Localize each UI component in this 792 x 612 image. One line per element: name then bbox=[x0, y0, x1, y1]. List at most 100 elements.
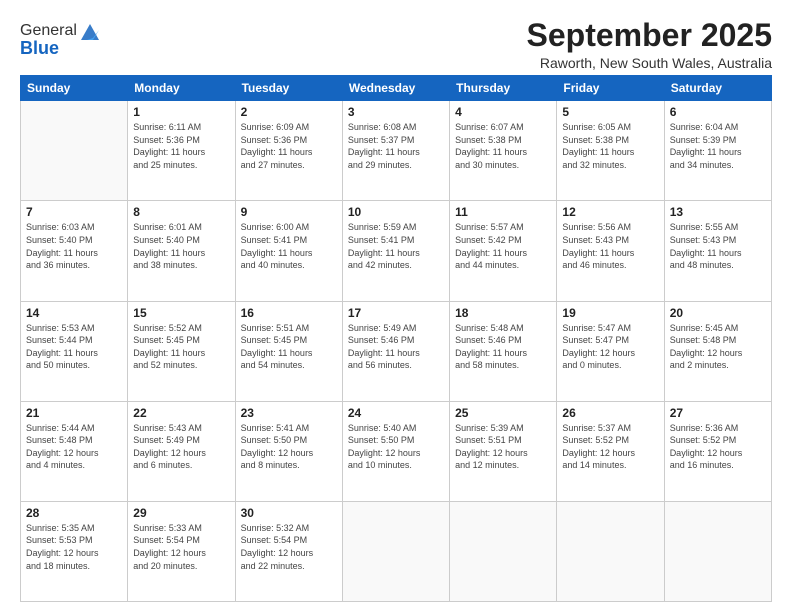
day-info: Sunrise: 5:41 AM Sunset: 5:50 PM Dayligh… bbox=[241, 422, 337, 472]
day-number: 18 bbox=[455, 306, 551, 320]
table-row bbox=[342, 501, 449, 601]
day-info: Sunrise: 5:36 AM Sunset: 5:52 PM Dayligh… bbox=[670, 422, 766, 472]
day-number: 29 bbox=[133, 506, 229, 520]
day-number: 7 bbox=[26, 205, 122, 219]
day-number: 21 bbox=[26, 406, 122, 420]
day-info: Sunrise: 6:04 AM Sunset: 5:39 PM Dayligh… bbox=[670, 121, 766, 171]
day-number: 27 bbox=[670, 406, 766, 420]
page: General Blue September 2025 Raworth, New… bbox=[0, 0, 792, 612]
table-row: 7 Sunrise: 6:03 AM Sunset: 5:40 PM Daylig… bbox=[21, 201, 128, 301]
calendar-table: Sunday Monday Tuesday Wednesday Thursday… bbox=[20, 75, 772, 602]
day-info: Sunrise: 5:43 AM Sunset: 5:49 PM Dayligh… bbox=[133, 422, 229, 472]
day-number: 2 bbox=[241, 105, 337, 119]
day-info: Sunrise: 5:37 AM Sunset: 5:52 PM Dayligh… bbox=[562, 422, 658, 472]
logo-icon bbox=[79, 20, 101, 42]
day-number: 23 bbox=[241, 406, 337, 420]
table-row: 29 Sunrise: 5:33 AM Sunset: 5:54 PM Dayli… bbox=[128, 501, 235, 601]
day-info: Sunrise: 5:47 AM Sunset: 5:47 PM Dayligh… bbox=[562, 322, 658, 372]
day-info: Sunrise: 5:56 AM Sunset: 5:43 PM Dayligh… bbox=[562, 221, 658, 271]
table-row: 26 Sunrise: 5:37 AM Sunset: 5:52 PM Dayli… bbox=[557, 401, 664, 501]
day-info: Sunrise: 6:00 AM Sunset: 5:41 PM Dayligh… bbox=[241, 221, 337, 271]
table-row: 6 Sunrise: 6:04 AM Sunset: 5:39 PM Daylig… bbox=[664, 101, 771, 201]
header-friday: Friday bbox=[557, 76, 664, 101]
day-number: 25 bbox=[455, 406, 551, 420]
table-row: 10 Sunrise: 5:59 AM Sunset: 5:41 PM Dayli… bbox=[342, 201, 449, 301]
table-row: 28Sunrise: 5:35 AM Sunset: 5:53 PM Dayli… bbox=[21, 501, 128, 601]
table-row: 30Sunrise: 5:32 AM Sunset: 5:54 PM Dayli… bbox=[235, 501, 342, 601]
table-row: 14Sunrise: 5:53 AM Sunset: 5:44 PM Dayli… bbox=[21, 301, 128, 401]
day-number: 15 bbox=[133, 306, 229, 320]
month-title: September 2025 bbox=[527, 18, 772, 53]
day-info: Sunrise: 5:44 AM Sunset: 5:48 PM Dayligh… bbox=[26, 422, 122, 472]
day-info: Sunrise: 6:05 AM Sunset: 5:38 PM Dayligh… bbox=[562, 121, 658, 171]
header-monday: Monday bbox=[128, 76, 235, 101]
table-row: 27 Sunrise: 5:36 AM Sunset: 5:52 PM Dayli… bbox=[664, 401, 771, 501]
day-number: 16 bbox=[241, 306, 337, 320]
table-row bbox=[450, 501, 557, 601]
day-info: Sunrise: 6:03 AM Sunset: 5:40 PM Dayligh… bbox=[26, 221, 122, 271]
day-info: Sunrise: 5:52 AM Sunset: 5:45 PM Dayligh… bbox=[133, 322, 229, 372]
day-number: 8 bbox=[133, 205, 229, 219]
table-row: 20 Sunrise: 5:45 AM Sunset: 5:48 PM Dayli… bbox=[664, 301, 771, 401]
day-info: Sunrise: 5:45 AM Sunset: 5:48 PM Dayligh… bbox=[670, 322, 766, 372]
day-number: 17 bbox=[348, 306, 444, 320]
day-info: Sunrise: 5:53 AM Sunset: 5:44 PM Dayligh… bbox=[26, 322, 122, 372]
table-row bbox=[21, 101, 128, 201]
day-info: Sunrise: 5:55 AM Sunset: 5:43 PM Dayligh… bbox=[670, 221, 766, 271]
day-number: 28 bbox=[26, 506, 122, 520]
logo: General Blue bbox=[20, 20, 101, 59]
table-row: 23 Sunrise: 5:41 AM Sunset: 5:50 PM Dayli… bbox=[235, 401, 342, 501]
header-sunday: Sunday bbox=[21, 76, 128, 101]
day-info: Sunrise: 5:33 AM Sunset: 5:54 PM Dayligh… bbox=[133, 522, 229, 572]
calendar-header-row: Sunday Monday Tuesday Wednesday Thursday… bbox=[21, 76, 772, 101]
table-row: 13 Sunrise: 5:55 AM Sunset: 5:43 PM Dayli… bbox=[664, 201, 771, 301]
title-block: September 2025 Raworth, New South Wales,… bbox=[527, 18, 772, 71]
day-info: Sunrise: 6:09 AM Sunset: 5:36 PM Dayligh… bbox=[241, 121, 337, 171]
header-wednesday: Wednesday bbox=[342, 76, 449, 101]
table-row: 8 Sunrise: 6:01 AM Sunset: 5:40 PM Daylig… bbox=[128, 201, 235, 301]
table-row: 3 Sunrise: 6:08 AM Sunset: 5:37 PM Daylig… bbox=[342, 101, 449, 201]
day-info: Sunrise: 6:08 AM Sunset: 5:37 PM Dayligh… bbox=[348, 121, 444, 171]
day-number: 9 bbox=[241, 205, 337, 219]
table-row: 24 Sunrise: 5:40 AM Sunset: 5:50 PM Dayli… bbox=[342, 401, 449, 501]
header: General Blue September 2025 Raworth, New… bbox=[20, 18, 772, 71]
day-info: Sunrise: 5:59 AM Sunset: 5:41 PM Dayligh… bbox=[348, 221, 444, 271]
day-info: Sunrise: 5:48 AM Sunset: 5:46 PM Dayligh… bbox=[455, 322, 551, 372]
day-info: Sunrise: 6:07 AM Sunset: 5:38 PM Dayligh… bbox=[455, 121, 551, 171]
table-row: 25Sunrise: 5:39 AM Sunset: 5:51 PM Dayli… bbox=[450, 401, 557, 501]
header-tuesday: Tuesday bbox=[235, 76, 342, 101]
day-info: Sunrise: 5:51 AM Sunset: 5:45 PM Dayligh… bbox=[241, 322, 337, 372]
table-row: 4 Sunrise: 6:07 AM Sunset: 5:38 PM Daylig… bbox=[450, 101, 557, 201]
day-info: Sunrise: 6:11 AM Sunset: 5:36 PM Dayligh… bbox=[133, 121, 229, 171]
day-number: 12 bbox=[562, 205, 658, 219]
day-number: 6 bbox=[670, 105, 766, 119]
day-number: 5 bbox=[562, 105, 658, 119]
day-number: 4 bbox=[455, 105, 551, 119]
day-info: Sunrise: 5:40 AM Sunset: 5:50 PM Dayligh… bbox=[348, 422, 444, 472]
table-row: 19Sunrise: 5:47 AM Sunset: 5:47 PM Dayli… bbox=[557, 301, 664, 401]
table-row: 1 Sunrise: 6:11 AM Sunset: 5:36 PM Daylig… bbox=[128, 101, 235, 201]
day-number: 13 bbox=[670, 205, 766, 219]
day-info: Sunrise: 5:57 AM Sunset: 5:42 PM Dayligh… bbox=[455, 221, 551, 271]
table-row: 15 Sunrise: 5:52 AM Sunset: 5:45 PM Dayli… bbox=[128, 301, 235, 401]
day-info: Sunrise: 6:01 AM Sunset: 5:40 PM Dayligh… bbox=[133, 221, 229, 271]
day-number: 1 bbox=[133, 105, 229, 119]
table-row: 16 Sunrise: 5:51 AM Sunset: 5:45 PM Dayli… bbox=[235, 301, 342, 401]
table-row: 22 Sunrise: 5:43 AM Sunset: 5:49 PM Dayli… bbox=[128, 401, 235, 501]
table-row: 17 Sunrise: 5:49 AM Sunset: 5:46 PM Dayli… bbox=[342, 301, 449, 401]
day-number: 20 bbox=[670, 306, 766, 320]
day-number: 30 bbox=[241, 506, 337, 520]
table-row: 18 Sunrise: 5:48 AM Sunset: 5:46 PM Dayli… bbox=[450, 301, 557, 401]
table-row: 21 Sunrise: 5:44 AM Sunset: 5:48 PM Dayli… bbox=[21, 401, 128, 501]
table-row bbox=[557, 501, 664, 601]
day-number: 10 bbox=[348, 205, 444, 219]
table-row bbox=[664, 501, 771, 601]
day-number: 26 bbox=[562, 406, 658, 420]
day-number: 3 bbox=[348, 105, 444, 119]
day-number: 22 bbox=[133, 406, 229, 420]
day-number: 24 bbox=[348, 406, 444, 420]
table-row: 12 Sunrise: 5:56 AM Sunset: 5:43 PM Dayli… bbox=[557, 201, 664, 301]
day-info: Sunrise: 5:49 AM Sunset: 5:46 PM Dayligh… bbox=[348, 322, 444, 372]
table-row: 5 Sunrise: 6:05 AM Sunset: 5:38 PM Daylig… bbox=[557, 101, 664, 201]
header-saturday: Saturday bbox=[664, 76, 771, 101]
